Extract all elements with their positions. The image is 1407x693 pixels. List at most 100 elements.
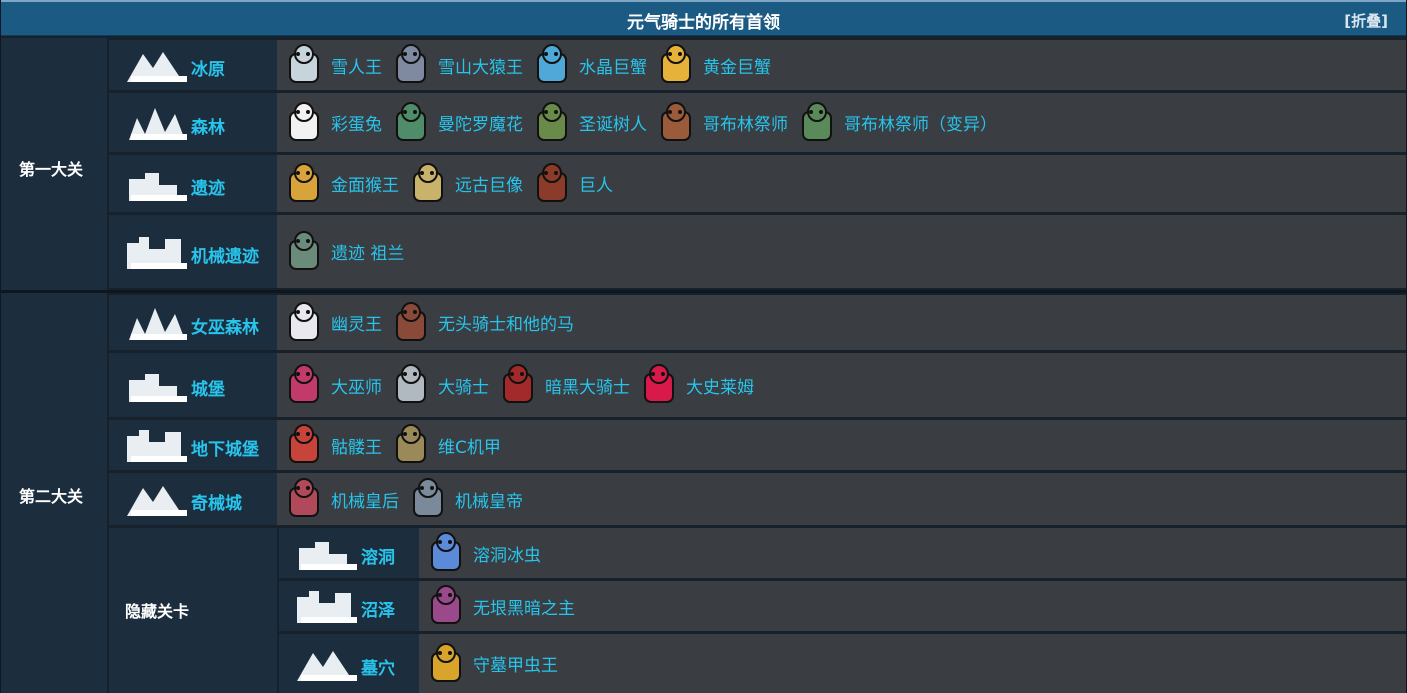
boss-sprite-icon[interactable] (529, 42, 575, 88)
boss-sprite-icon[interactable] (281, 362, 327, 408)
boss-item[interactable]: 大巫师 (281, 362, 382, 408)
boss-sprite-icon[interactable] (388, 422, 434, 468)
boss-item[interactable]: 机械皇帝 (405, 476, 523, 522)
stage-title-cell: 女巫森林 (109, 295, 277, 350)
boss-item[interactable]: 守墓甲虫王 (423, 641, 558, 687)
boss-sprite-icon[interactable] (281, 422, 327, 468)
boss-name-link[interactable]: 哥布林祭师 (703, 110, 788, 135)
collapse-toggle[interactable]: [折叠] (1344, 10, 1388, 31)
boss-name-link[interactable]: 幽灵王 (331, 310, 382, 335)
boss-sprite-icon[interactable] (388, 300, 434, 346)
stage-landscape-icon (125, 165, 189, 207)
boss-name-link[interactable]: 守墓甲虫王 (473, 651, 558, 676)
boss-navbox: 元气骑士的所有首领 [折叠] 第一大关 冰原 雪人王 雪山大猿王 水晶巨蟹 黄金巨蟹 森林… (0, 0, 1407, 693)
boss-sprite-icon[interactable] (281, 476, 327, 522)
boss-sprite-icon[interactable] (388, 42, 434, 88)
boss-item[interactable]: 溶洞冰虫 (423, 530, 541, 576)
stage-landscape-icon (125, 366, 189, 408)
boss-name-link[interactable]: 哥布林祭师（变异） (844, 110, 997, 135)
boss-item[interactable]: 水晶巨蟹 (529, 42, 647, 88)
boss-item[interactable]: 圣诞树人 (529, 100, 647, 146)
stage-title-link[interactable]: 溶洞 (361, 543, 395, 568)
boss-list: 大巫师 大骑士 暗黑大骑士 大史莱姆 (277, 353, 1406, 417)
stage-title-link[interactable]: 地下城堡 (191, 435, 259, 460)
boss-sprite-icon[interactable] (636, 362, 682, 408)
boss-name-link[interactable]: 遗迹 祖兰 (331, 239, 404, 264)
boss-item[interactable]: 骷髅王 (281, 422, 382, 468)
boss-name-link[interactable]: 曼陀罗魔花 (438, 110, 523, 135)
boss-item[interactable]: 巨人 (529, 161, 613, 207)
boss-item[interactable]: 雪山大猿王 (388, 42, 523, 88)
boss-item[interactable]: 暗黑大骑士 (495, 362, 630, 408)
group-stage-1: 第一大关 (1, 38, 107, 290)
boss-item[interactable]: 曼陀罗魔花 (388, 100, 523, 146)
boss-sprite-icon[interactable] (423, 583, 469, 629)
boss-sprite-icon[interactable] (281, 161, 327, 207)
boss-sprite-icon[interactable] (794, 100, 840, 146)
boss-sprite-icon[interactable] (388, 362, 434, 408)
stage-title-link[interactable]: 奇械城 (191, 489, 242, 514)
collapse-toggle-label[interactable]: 折叠 (1351, 12, 1381, 30)
boss-item[interactable]: 雪人王 (281, 42, 382, 88)
boss-name-link[interactable]: 金面猴王 (331, 171, 399, 196)
boss-sprite-icon[interactable] (529, 161, 575, 207)
boss-sprite-icon[interactable] (281, 300, 327, 346)
boss-sprite-icon[interactable] (388, 100, 434, 146)
boss-item[interactable]: 哥布林祭师 (653, 100, 788, 146)
group-label-stage-1: 第一大关 (19, 160, 84, 179)
boss-name-link[interactable]: 水晶巨蟹 (579, 53, 647, 78)
stage-title-link[interactable]: 沼泽 (361, 596, 395, 621)
boss-name-link[interactable]: 大骑士 (438, 373, 489, 398)
boss-name-link[interactable]: 维C机甲 (438, 433, 501, 458)
boss-item[interactable]: 金面猴王 (281, 161, 399, 207)
boss-item[interactable]: 彩蛋兔 (281, 100, 382, 146)
boss-item[interactable]: 大史莱姆 (636, 362, 754, 408)
boss-sprite-icon[interactable] (423, 641, 469, 687)
stage-title-link[interactable]: 墓穴 (361, 654, 395, 679)
boss-item[interactable]: 大骑士 (388, 362, 489, 408)
boss-name-link[interactable]: 彩蛋兔 (331, 110, 382, 135)
boss-name-link[interactable]: 圣诞树人 (579, 110, 647, 135)
boss-name-link[interactable]: 雪人王 (331, 53, 382, 78)
boss-name-link[interactable]: 大史莱姆 (686, 373, 754, 398)
boss-name-link[interactable]: 溶洞冰虫 (473, 541, 541, 566)
stage-title-link[interactable]: 遗迹 (191, 174, 225, 199)
boss-name-link[interactable]: 暗黑大骑士 (545, 373, 630, 398)
boss-item[interactable]: 遗迹 祖兰 (281, 229, 404, 275)
boss-item[interactable]: 维C机甲 (388, 422, 501, 468)
boss-sprite-icon[interactable] (423, 530, 469, 576)
boss-sprite-icon[interactable] (281, 100, 327, 146)
boss-sprite-icon[interactable] (405, 161, 451, 207)
boss-item[interactable]: 远古巨像 (405, 161, 523, 207)
boss-item[interactable]: 无头骑士和他的马 (388, 300, 574, 346)
stage-title-link[interactable]: 冰原 (191, 55, 225, 80)
boss-sprite-icon[interactable] (281, 42, 327, 88)
boss-item[interactable]: 无垠黑暗之主 (423, 583, 575, 629)
boss-name-link[interactable]: 无垠黑暗之主 (473, 594, 575, 619)
boss-sprite-icon[interactable] (529, 100, 575, 146)
boss-name-link[interactable]: 骷髅王 (331, 433, 382, 458)
boss-item[interactable]: 黄金巨蟹 (653, 42, 771, 88)
boss-sprite-icon[interactable] (495, 362, 541, 408)
boss-name-link[interactable]: 雪山大猿王 (438, 53, 523, 78)
boss-name-link[interactable]: 大巫师 (331, 373, 382, 398)
boss-name-link[interactable]: 机械皇帝 (455, 487, 523, 512)
stage-title-link[interactable]: 城堡 (191, 375, 225, 400)
stage-title-link[interactable]: 女巫森林 (191, 313, 259, 338)
boss-item[interactable]: 机械皇后 (281, 476, 399, 522)
boss-sprite-icon[interactable] (405, 476, 451, 522)
boss-name-link[interactable]: 黄金巨蟹 (703, 53, 771, 78)
group-divider (1, 290, 1406, 293)
boss-item[interactable]: 幽灵王 (281, 300, 382, 346)
stage-title-link[interactable]: 机械遗迹 (191, 242, 259, 267)
boss-sprite-icon[interactable] (281, 229, 327, 275)
boss-name-link[interactable]: 巨人 (579, 171, 613, 196)
boss-name-link[interactable]: 无头骑士和他的马 (438, 310, 574, 335)
hidden-stages-label: 隐藏关卡 (125, 602, 190, 621)
boss-name-link[interactable]: 远古巨像 (455, 171, 523, 196)
stage-title-link[interactable]: 森林 (191, 113, 225, 138)
boss-item[interactable]: 哥布林祭师（变异） (794, 100, 997, 146)
boss-sprite-icon[interactable] (653, 100, 699, 146)
boss-sprite-icon[interactable] (653, 42, 699, 88)
boss-name-link[interactable]: 机械皇后 (331, 487, 399, 512)
